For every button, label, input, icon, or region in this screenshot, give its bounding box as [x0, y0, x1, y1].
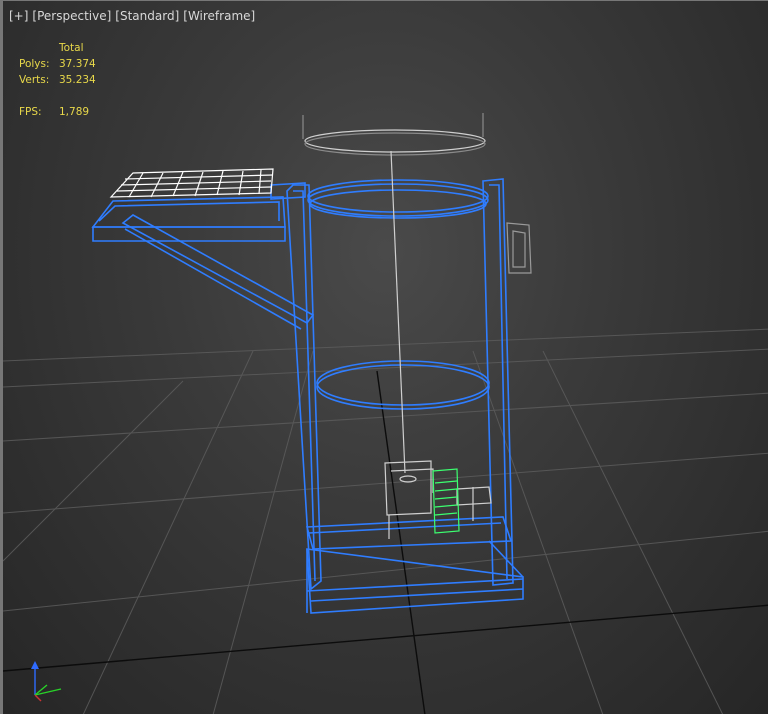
polys-value: 37.374 [59, 58, 96, 70]
scene-canvas[interactable] [3, 1, 768, 714]
perspective-viewport[interactable]: [+] [Perspective] [Standard] [Wireframe]… [0, 0, 768, 714]
statistics-overlay: Total Polys: 37.374 Verts: 35.234 FPS: 1… [19, 40, 96, 120]
lid-and-rod [302, 113, 486, 474]
frame-object-selected[interactable] [91, 178, 524, 614]
fps-label: FPS: [19, 106, 42, 118]
fps-value: 1,789 [59, 106, 90, 118]
ground-grid [3, 328, 768, 714]
side-box [506, 222, 532, 274]
polys-label: Polys: [19, 58, 50, 70]
viewport-view-menu[interactable]: [Perspective] [32, 9, 111, 23]
stats-header: Total [59, 42, 84, 54]
grid-axis-lines [3, 370, 768, 714]
verts-label: Verts: [19, 74, 50, 86]
viewport-label-menu[interactable]: [+] [Perspective] [Standard] [Wireframe] [9, 7, 255, 25]
solar-panel-wireframe [109, 168, 274, 198]
viewport-shading-preset-menu[interactable]: [Standard] [115, 9, 179, 23]
viewport-display-mode-menu[interactable]: [Wireframe] [183, 9, 255, 23]
viewport-plus-menu[interactable]: [+] [9, 9, 28, 23]
verts-value: 35.234 [59, 74, 96, 86]
motor-assembly [384, 460, 492, 539]
